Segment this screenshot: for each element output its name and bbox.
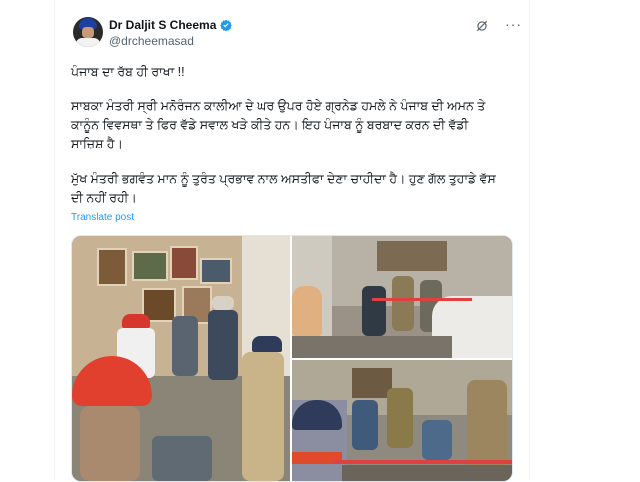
media-photo-2[interactable] [292,236,512,358]
post-text-p2-l2: ਕਾਨੂੰਨ ਵਿਵਸਥਾ ਤੇ ਫਿਰ ਵੱਡੇ ਸਵਾਲ ਖੜੇ ਕੀਤੇ … [71,118,469,132]
post-card: Dr Daljit S Cheema @drcheemasad ··· ਪੰਜਾ… [54,0,530,482]
media-photo-1[interactable] [72,236,290,481]
avatar-face [82,27,94,38]
author-handle[interactable]: @drcheemasad [109,34,194,48]
author-avatar[interactable] [73,17,103,47]
post-text-p3-l1: ਮੁੱਖ ਮੰਤਰੀ ਭਗਵੰਤ ਮਾਨ ਨੂੰ ਤੁਰੰਤ ਪ੍ਰਭਾਵ ਨਾ… [71,172,496,186]
post-text-p2-l1: ਸਾਬਕਾ ਮੰਤਰੀ ਸ੍ਰੀ ਮਨੋਰੰਜਨ ਕਾਲੀਆ ਦੇ ਘਰ ਉਪਰ… [71,99,486,113]
post-text-p2-l3: ਸਾਜ਼ਿਸ਼ ਹੈ। [71,137,123,151]
post-text-p3-l2: ਦੀ ਨਹੀਂ ਰਹੀ। [71,191,137,205]
avatar-shirt [76,38,100,47]
more-options-button[interactable]: ··· [505,16,522,32]
post-media-grid[interactable] [71,235,513,482]
verified-badge-icon [220,19,233,31]
media-photo-3[interactable] [292,360,512,481]
grok-icon[interactable] [475,19,489,33]
post-text-line1: ਪੰਜਾਬ ਦਾ ਰੱਬ ਹੀ ਰਾਖਾ !! [71,65,185,79]
author-display-name[interactable]: Dr Daljit S Cheema [109,18,216,32]
author-name-row[interactable]: Dr Daljit S Cheema [109,18,233,32]
translate-post-link[interactable]: Translate post [71,212,134,223]
